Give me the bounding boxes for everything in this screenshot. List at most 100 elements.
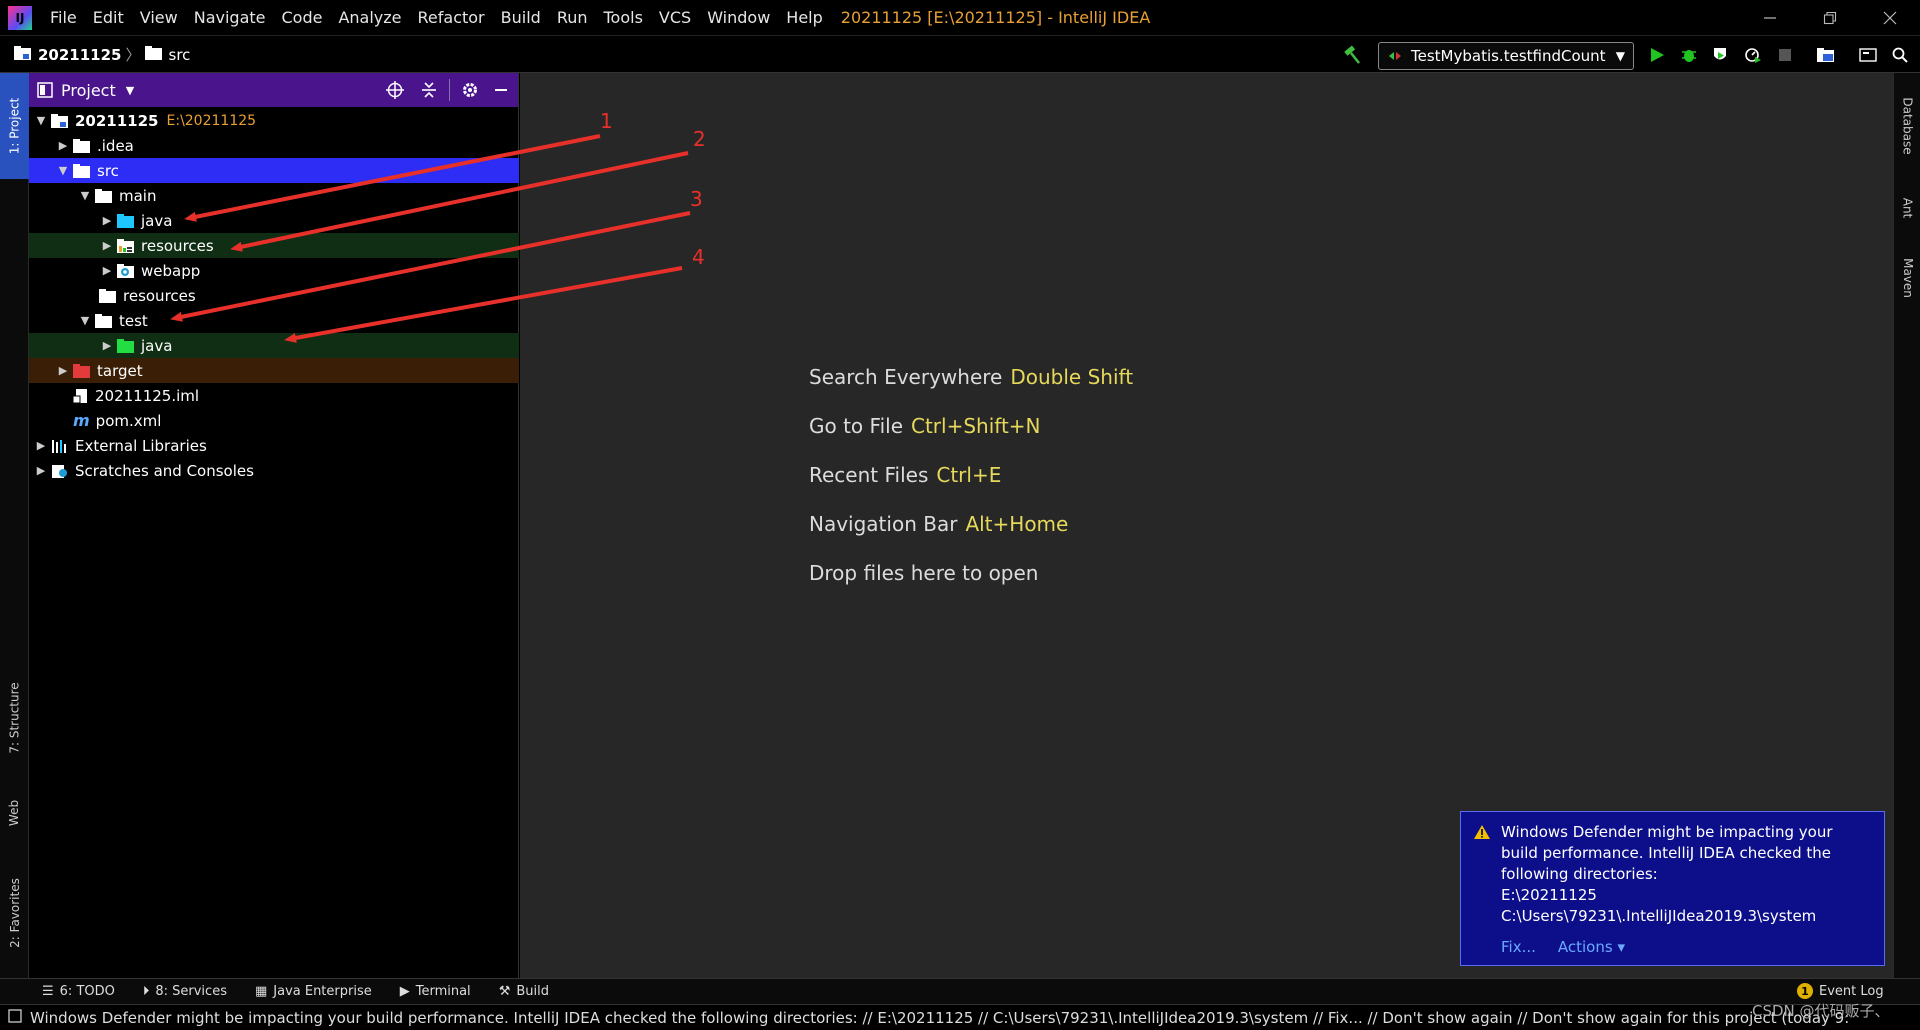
- project-path: E:\20211125: [166, 112, 257, 129]
- tool-tab-ant-label: Ant: [1900, 197, 1915, 219]
- tree-item-external-libraries[interactable]: ▶ External Libraries: [29, 433, 519, 458]
- stop-button[interactable]: [1775, 45, 1795, 65]
- notification-line: following directories:: [1501, 865, 1658, 883]
- build-hammer-button[interactable]: [1342, 45, 1362, 65]
- actions-dropdown[interactable]: Actions ▾: [1558, 937, 1625, 958]
- expanded-arrow-icon[interactable]: ▼: [77, 189, 93, 202]
- tree-item-main-resources[interactable]: ▶ resources: [29, 233, 519, 258]
- tool-tab-ant[interactable]: Ant: [1894, 183, 1920, 233]
- expanded-arrow-icon[interactable]: ▼: [33, 114, 49, 127]
- tool-tab-web-label: Web: [7, 799, 22, 827]
- collapsed-arrow-icon[interactable]: ▶: [99, 339, 115, 352]
- tree-item-test[interactable]: ▼ test: [29, 308, 519, 333]
- collapse-all-button[interactable]: [419, 80, 439, 100]
- collapsed-arrow-icon[interactable]: ▶: [99, 214, 115, 227]
- menu-edit[interactable]: Edit: [85, 0, 132, 36]
- hint-text: Drop files here to open: [809, 561, 1039, 585]
- menu-tools[interactable]: Tools: [596, 0, 651, 36]
- windows-defender-notification[interactable]: Windows Defender might be impacting your…: [1460, 811, 1885, 966]
- menu-build[interactable]: Build: [493, 0, 549, 36]
- tree-item-iml[interactable]: 20211125.iml: [29, 383, 519, 408]
- restore-button[interactable]: [1800, 0, 1860, 36]
- tree-item-scratches[interactable]: ▶ Scratches and Consoles: [29, 458, 519, 483]
- run-configuration-select[interactable]: TestMybatis.testfindCount ▼: [1378, 42, 1634, 70]
- minimize-icon: [495, 89, 507, 91]
- tool-tab-project[interactable]: 1: Project: [0, 73, 29, 179]
- search-button[interactable]: [1890, 45, 1910, 65]
- menu-view[interactable]: View: [132, 0, 186, 36]
- presentation-icon: [1859, 48, 1877, 62]
- tree-item-label: resources: [123, 286, 196, 305]
- close-button[interactable]: [1860, 0, 1920, 36]
- project-panel-header[interactable]: Project ▼: [29, 73, 518, 107]
- folder-icon: [95, 313, 113, 329]
- tree-item-test-java[interactable]: ▶ java: [29, 333, 519, 358]
- menu-navigate[interactable]: Navigate: [186, 0, 274, 36]
- collapsed-arrow-icon[interactable]: ▶: [99, 264, 115, 277]
- profile-button[interactable]: [1743, 45, 1763, 65]
- tree-item-pom[interactable]: m pom.xml: [29, 408, 519, 433]
- tree-item-project-root[interactable]: ▼ 20211125 E:\20211125: [29, 108, 519, 133]
- menu-vcs[interactable]: VCS: [651, 0, 699, 36]
- presentation-mode-button[interactable]: [1858, 45, 1878, 65]
- hint-text: Search Everywhere: [809, 365, 1003, 389]
- breadcrumb-src[interactable]: src: [144, 45, 190, 65]
- left-tool-stripe: 1: Project 7: Structure Web 2: Favorites: [0, 73, 29, 978]
- menu-code[interactable]: Code: [274, 0, 331, 36]
- tool-tab-structure[interactable]: 7: Structure: [0, 663, 29, 773]
- tree-item-label: 20211125.iml: [95, 386, 200, 405]
- tool-tab-maven[interactable]: Maven: [1894, 243, 1920, 313]
- menu-file[interactable]: File: [42, 0, 85, 36]
- tree-item-src[interactable]: ▼ src: [29, 158, 519, 183]
- tree-item-main[interactable]: ▼ main: [29, 183, 519, 208]
- minimize-button[interactable]: [1740, 0, 1800, 36]
- menu-refactor[interactable]: Refactor: [410, 0, 493, 36]
- debug-button[interactable]: [1679, 45, 1699, 65]
- menu-analyze[interactable]: Analyze: [330, 0, 409, 36]
- toggle-tool-windows-icon[interactable]: [8, 1008, 22, 1027]
- menu-window[interactable]: Window: [699, 0, 778, 36]
- terminal-icon: ▶: [399, 984, 410, 999]
- stop-icon: [1779, 49, 1791, 61]
- tree-item-idea[interactable]: ▶ .idea: [29, 133, 519, 158]
- locate-file-button[interactable]: [385, 80, 405, 100]
- test-source-folder-icon: [117, 338, 135, 354]
- fix-link[interactable]: Fix...: [1501, 937, 1536, 958]
- panel-settings-button[interactable]: [460, 80, 480, 100]
- maven-file-icon: m: [73, 411, 90, 430]
- tool-tab-build[interactable]: ⚒ Build: [499, 984, 549, 999]
- run-with-coverage-button[interactable]: [1710, 45, 1730, 65]
- tool-tab-database[interactable]: Database: [1894, 81, 1920, 171]
- collapsed-arrow-icon[interactable]: ▶: [99, 239, 115, 252]
- run-button[interactable]: [1647, 45, 1667, 65]
- collapsed-arrow-icon[interactable]: ▶: [55, 364, 71, 377]
- expanded-arrow-icon[interactable]: ▼: [77, 314, 93, 327]
- tree-item-main-java[interactable]: ▶ java: [29, 208, 519, 233]
- tool-tab-terminal[interactable]: ▶ Terminal: [400, 984, 471, 999]
- tool-tab-web[interactable]: Web: [0, 783, 29, 843]
- tool-tab-java-enterprise[interactable]: ▦ Java Enterprise: [255, 984, 372, 999]
- hide-panel-button[interactable]: [491, 80, 511, 100]
- breadcrumb-project[interactable]: 20211125: [14, 45, 122, 65]
- tool-tab-services[interactable]: ⏵ 8: Services: [143, 984, 227, 999]
- project-tool-window: Project ▼ ▼ 20211125 E:\20211125 ▶ .idea…: [29, 73, 519, 978]
- status-message[interactable]: Windows Defender might be impacting your…: [30, 1009, 1850, 1027]
- menu-help[interactable]: Help: [778, 0, 830, 36]
- menu-run[interactable]: Run: [549, 0, 596, 36]
- expanded-arrow-icon[interactable]: ▼: [55, 164, 71, 177]
- tool-tab-todo[interactable]: ☰ 6: TODO: [42, 984, 115, 999]
- chevron-down-icon[interactable]: ▼: [126, 84, 134, 97]
- scratches-icon: [51, 463, 69, 479]
- collapsed-arrow-icon[interactable]: ▶: [55, 139, 71, 152]
- tree-item-label: External Libraries: [75, 436, 207, 455]
- tree-item-target[interactable]: ▶ target: [29, 358, 519, 383]
- hint-shortcut: Double Shift: [1010, 365, 1134, 389]
- event-log-button[interactable]: 1 Event Log: [1797, 983, 1884, 999]
- tool-tab-favorites[interactable]: 2: Favorites: [0, 863, 29, 963]
- collapsed-arrow-icon[interactable]: ▶: [33, 464, 49, 477]
- hint-search-everywhere: Search Everywhere Double Shift: [809, 365, 1133, 389]
- tree-item-resources[interactable]: resources: [29, 283, 519, 308]
- collapsed-arrow-icon[interactable]: ▶: [33, 439, 49, 452]
- tree-item-webapp[interactable]: ▶ webapp: [29, 258, 519, 283]
- project-structure-button[interactable]: [1816, 45, 1836, 65]
